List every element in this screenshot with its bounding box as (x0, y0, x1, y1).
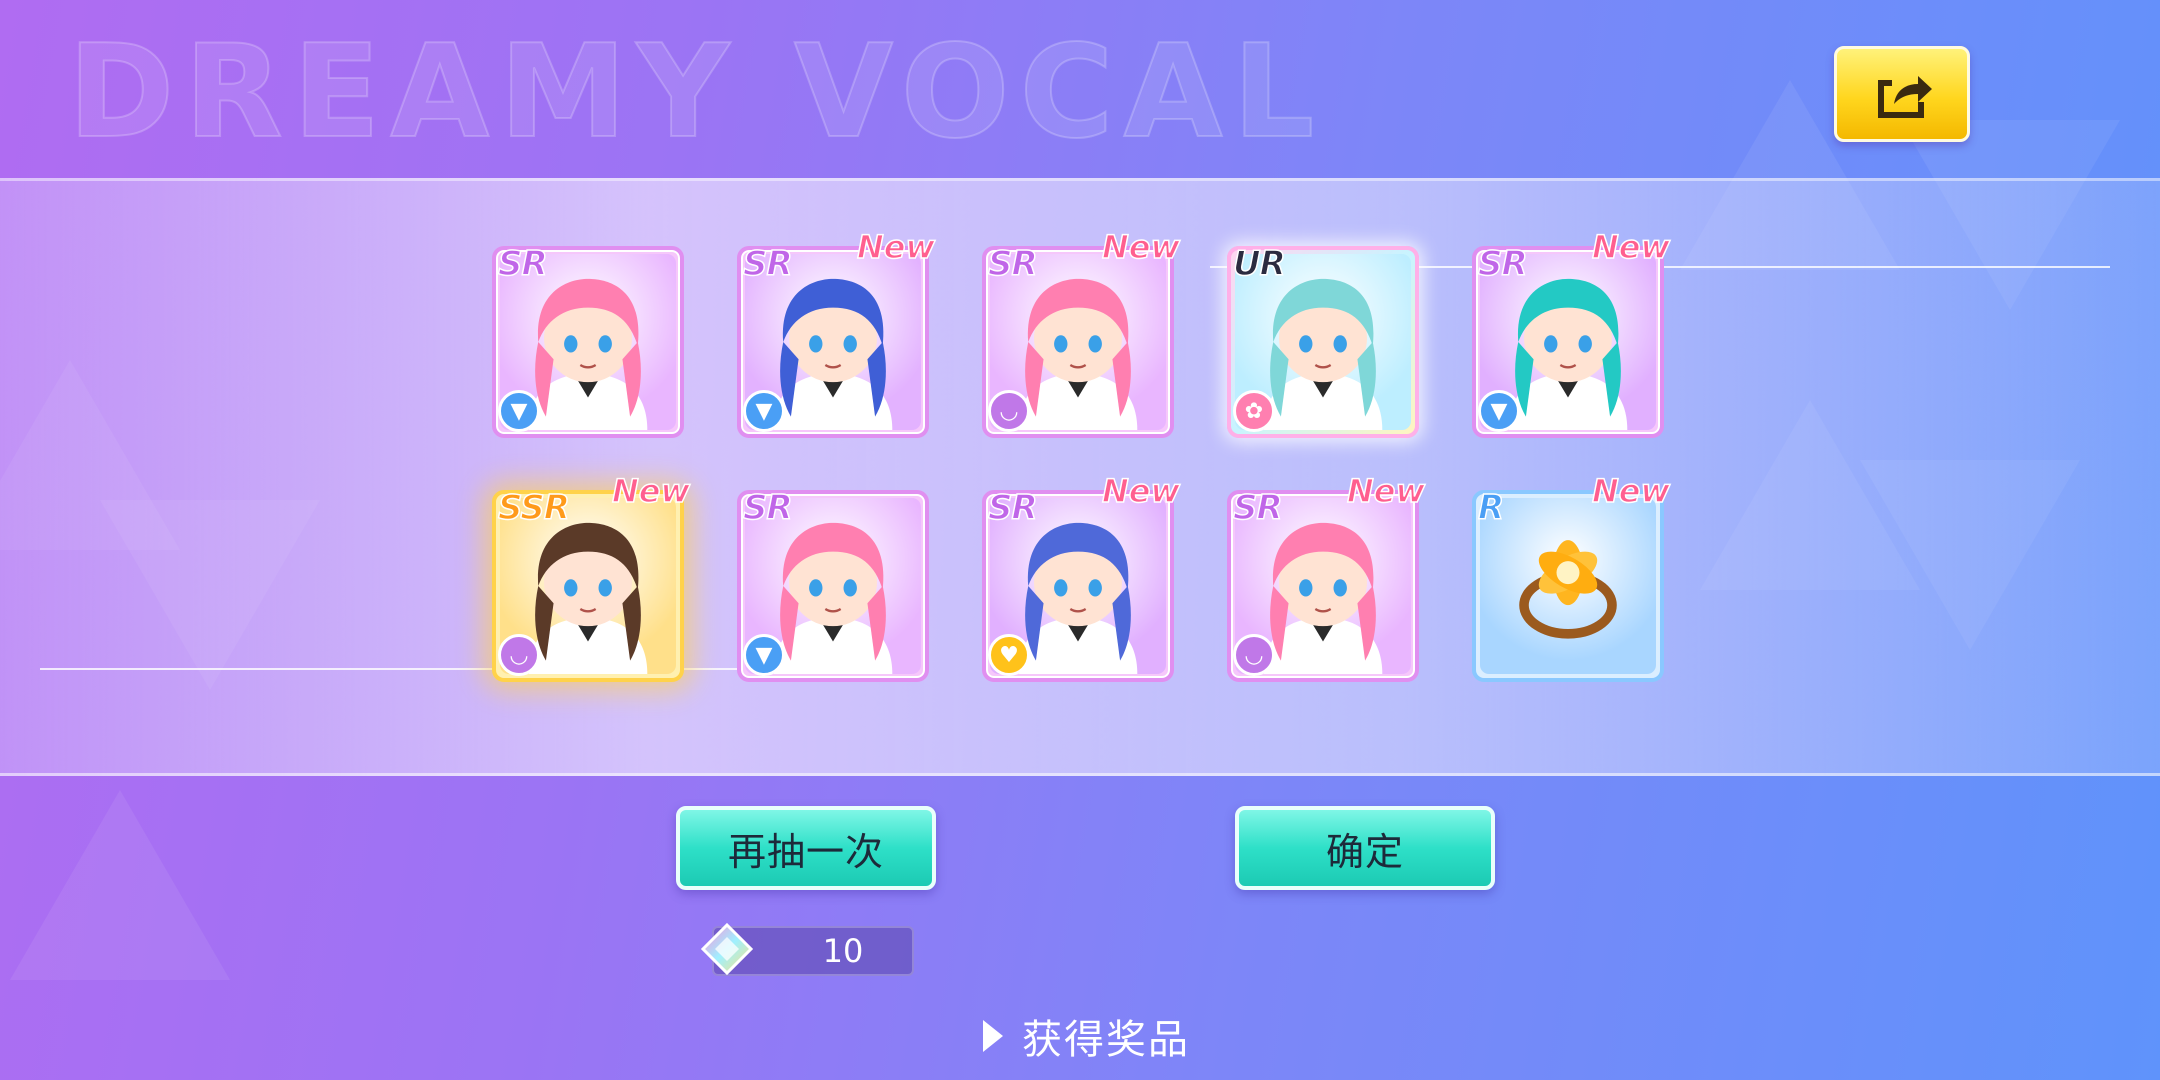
new-badge: New (1346, 471, 1426, 511)
draw-again-button[interactable]: 再抽一次 (676, 806, 936, 890)
tie-icon: ▼ (498, 390, 540, 432)
gacha-result-card[interactable]: SR New ◡ (982, 227, 1181, 438)
tie-icon: ▼ (1478, 390, 1520, 432)
new-badge: New (1591, 227, 1671, 267)
rarity-label: R (1477, 487, 1505, 529)
cost-value: 10 (822, 932, 864, 970)
gacha-result-card[interactable]: SR New ▼ (737, 227, 936, 438)
rose-icon: ✿ (1233, 390, 1275, 432)
flower-ring-item-icon (1519, 540, 1617, 639)
gacha-result-card[interactable]: SR ▼ (737, 487, 929, 682)
rarity-label: UR (1232, 243, 1286, 285)
lips-icon: ◡ (498, 634, 540, 676)
rarity-label: SR (742, 487, 793, 529)
new-badge: New (1591, 471, 1671, 511)
view-rewards-label: 获得奖品 (1022, 1017, 1190, 1063)
view-rewards-link[interactable]: 获得奖品 (980, 1008, 1190, 1064)
background-title: DREAMY VOCAL (67, 17, 1325, 168)
new-badge: New (1101, 227, 1181, 267)
rarity-label: SR (497, 243, 548, 285)
play-arrow-icon (983, 1020, 1003, 1052)
heart-icon: ♥ (988, 634, 1030, 676)
share-export-icon (1878, 76, 1932, 118)
new-badge: New (611, 471, 691, 511)
rarity-label: SSR (497, 487, 570, 529)
gacha-result-card[interactable]: SR New ▼ (1472, 227, 1671, 438)
gacha-result-card[interactable]: SR New ♥ (982, 471, 1181, 682)
rarity-label: SR (987, 243, 1038, 285)
bg-triangle (10, 790, 230, 980)
gacha-result-card[interactable]: UR ✿ (1227, 243, 1419, 438)
tie-icon: ▼ (743, 390, 785, 432)
lips-icon: ◡ (988, 390, 1030, 432)
gacha-result-card[interactable]: SR ▼ (492, 243, 684, 438)
rarity-label: SR (1477, 243, 1528, 285)
gem-icon (700, 922, 754, 976)
gacha-result-card[interactable]: R New (1472, 471, 1671, 682)
card-art (1480, 498, 1656, 674)
new-badge: New (1101, 471, 1181, 511)
rarity-label: SR (1232, 487, 1283, 529)
confirm-button[interactable]: 确定 (1235, 806, 1495, 890)
gacha-result-card[interactable]: SSR New ◡ (492, 471, 691, 682)
new-badge: New (856, 227, 936, 267)
rarity-label: SR (742, 243, 793, 285)
lips-icon: ◡ (1233, 634, 1275, 676)
tie-icon: ▼ (743, 634, 785, 676)
gacha-result-card[interactable]: SR New ◡ (1227, 471, 1426, 682)
rarity-label: SR (987, 487, 1038, 529)
share-button[interactable] (1834, 46, 1970, 142)
